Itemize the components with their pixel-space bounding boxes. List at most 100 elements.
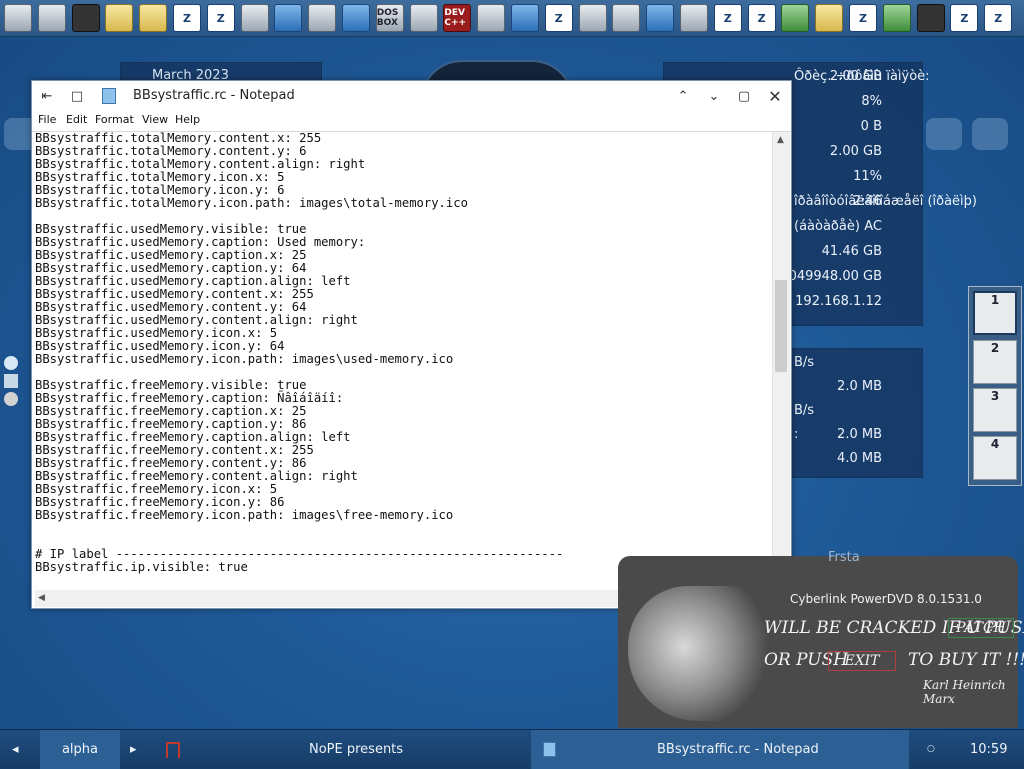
media-icon[interactable] (4, 374, 18, 388)
folder-icon[interactable] (139, 4, 168, 32)
task-label: BBsystraffic.rc - Notepad (657, 742, 819, 757)
tray-title: NoPE presents (309, 742, 404, 757)
raccoon-icon[interactable] (680, 4, 708, 32)
chart-icon[interactable] (781, 4, 810, 32)
minimize-button[interactable]: ⌄ (703, 85, 725, 107)
prev-workspace-button[interactable]: ◂ (12, 730, 28, 769)
dialog-header: Frsta (828, 550, 860, 565)
dosbox-icon[interactable]: DOS BOX (375, 4, 404, 32)
window-icon[interactable] (240, 4, 269, 32)
workspace-pager: 1 2 3 4 (968, 286, 1022, 486)
clock: 10:59 (970, 742, 1008, 757)
patch-dialog: Frsta Cyberlink PowerDVD 8.0.1531.0 WILL… (618, 550, 1024, 728)
notepad-task-button[interactable]: BBsystraffic.rc - Notepad (531, 730, 909, 769)
network-icon[interactable] (342, 4, 370, 32)
devcpp-icon[interactable]: DEV C++ (443, 4, 472, 32)
rename-icon[interactable]: Z (173, 4, 201, 32)
signature: Karl Heinrich Marx (923, 678, 1006, 706)
stat-value: 2.0 MB (837, 379, 882, 394)
stat-value: 0 B (860, 119, 882, 134)
stat-label: : (794, 427, 799, 442)
stat-value: 2.00 GB (829, 144, 882, 159)
internet-explorer-icon[interactable] (511, 4, 539, 32)
workspace-number: 2 (990, 341, 1000, 355)
rename-icon[interactable]: Z (544, 4, 573, 32)
rename-icon[interactable]: Z (849, 4, 877, 32)
cube-icon[interactable] (916, 4, 945, 32)
dock-pill (972, 118, 1008, 150)
app-name: Cyberlink PowerDVD 8.0.1531.0 (790, 592, 982, 606)
menu-edit[interactable]: Edit (66, 113, 87, 126)
tools-icon[interactable] (409, 4, 438, 32)
window-icon[interactable] (4, 4, 32, 32)
workspace-name: alpha (61, 742, 99, 757)
workspace-number: 1 (990, 293, 1000, 307)
restore-small-icon[interactable]: □ (66, 85, 88, 107)
notepad-app-icon (98, 85, 120, 107)
stat-label: B/s (794, 355, 815, 370)
exit-button[interactable]: EXIT (828, 651, 896, 671)
mail-icon[interactable] (612, 4, 641, 32)
notepad-window: ⇤ □ BBsystraffic.rc - Notepad ⌃ ⌄ ▢ ✕ Fi… (31, 80, 792, 609)
window-icon[interactable] (37, 4, 66, 32)
menu-format[interactable]: Format (95, 113, 134, 126)
stat-value: 192.168.1.12 (795, 294, 882, 309)
stat-value: 11% (853, 169, 882, 184)
circle-icon[interactable] (274, 4, 303, 32)
application-icon[interactable] (71, 4, 100, 32)
stat-value: AC (864, 219, 882, 234)
dialog-artwork (628, 586, 768, 721)
stat-label: B/s (794, 403, 815, 418)
rename-icon[interactable]: Z (713, 4, 742, 32)
tray-app-icon[interactable] (166, 730, 180, 769)
editor-text[interactable]: BBsystraffic.totalMemory.content.x: 255 … (35, 132, 770, 574)
stat-value: 2.00 GB (829, 69, 882, 84)
workspace-1[interactable]: 1 (973, 291, 1017, 335)
workspace-label[interactable]: alpha (40, 730, 120, 769)
scroll-up-icon[interactable]: ▲ (777, 135, 784, 145)
rename-icon[interactable]: Z (950, 4, 979, 32)
scroll-left-icon[interactable]: ◀ (38, 593, 45, 603)
workspace-2[interactable]: 2 (973, 340, 1017, 384)
rename-icon[interactable]: Z (984, 4, 1013, 32)
taskbar: ◂ alpha ▸ NoPE presents BBsystraffic.rc … (0, 729, 1024, 769)
network-icon[interactable] (646, 4, 675, 32)
scroll-thumb[interactable] (775, 280, 787, 372)
recycle-icon[interactable] (882, 4, 911, 32)
folder-icon[interactable] (815, 4, 844, 32)
settings-icon[interactable] (477, 4, 506, 32)
vertical-scrollbar[interactable]: ▲ ▼ (772, 132, 790, 590)
text-editor[interactable]: BBsystraffic.totalMemory.content.x: 255 … (35, 132, 770, 590)
internet-explorer-icon[interactable] (4, 356, 18, 370)
rename-icon[interactable]: Z (206, 4, 235, 32)
stat-value: 2.0 MB (837, 427, 882, 442)
close-button[interactable]: ✕ (764, 85, 786, 107)
menu-view[interactable]: View (142, 113, 168, 126)
rename-icon[interactable]: Z (747, 4, 776, 32)
workspace-4[interactable]: 4 (973, 436, 1017, 480)
computer-icon[interactable] (578, 4, 607, 32)
crack-line-2-suffix: TO BUY IT !!! (908, 650, 1024, 670)
stat-value: 41.46 GB (821, 244, 882, 259)
chevron-up-icon[interactable]: ⌃ (672, 85, 694, 107)
notepad-task-icon (543, 742, 556, 757)
stat-label: îðàâîîòóîâëâîîîáæåëî (îðàëìþ) (794, 194, 977, 209)
workspace-number: 4 (990, 437, 1000, 451)
tray-dot-icon: ○ (927, 744, 935, 754)
maximize-button[interactable]: ▢ (733, 85, 755, 107)
patch-button[interactable]: PATCH (948, 618, 1014, 638)
launcher-toolbar: Z Z DOS BOX DEV C++ Z Z Z Z Z Z (0, 0, 1024, 37)
stat-value: 4.0 MB (837, 451, 882, 466)
notepad-titlebar[interactable]: ⇤ □ BBsystraffic.rc - Notepad ⌃ ⌄ ▢ ✕ (32, 81, 791, 110)
folder-icon[interactable] (105, 4, 134, 32)
menu-help[interactable]: Help (175, 113, 200, 126)
workspace-3[interactable]: 3 (973, 388, 1017, 432)
left-launcher (4, 356, 20, 412)
menu-bar: File Edit Format View Help (32, 110, 791, 132)
menu-file[interactable]: File (38, 113, 56, 126)
pin-icon[interactable]: ⇤ (36, 85, 58, 107)
play-icon[interactable] (4, 392, 18, 406)
next-workspace-button[interactable]: ▸ (130, 730, 146, 769)
window-title: BBsystraffic.rc - Notepad (133, 88, 295, 103)
media-player-icon[interactable] (308, 4, 337, 32)
